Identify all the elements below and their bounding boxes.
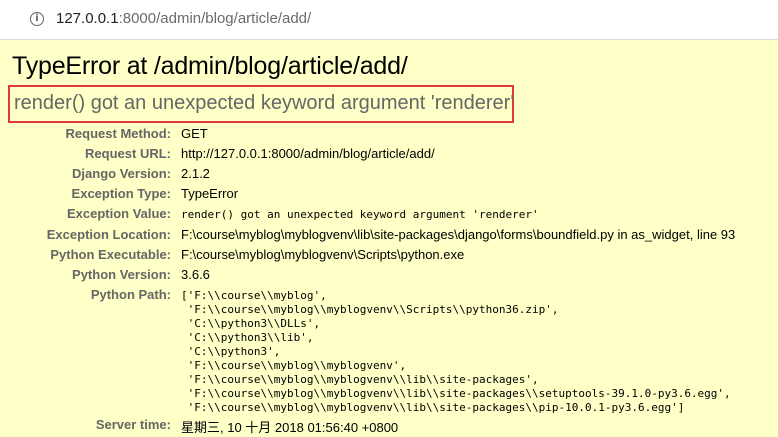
python-path-line: 'C:\\python3\\DLLs', [181,317,321,330]
meta-key: Request Method: [65,126,171,141]
meta-value: 2.1.2 [181,166,210,181]
meta-value: http://127.0.0.1:8000/admin/blog/article… [181,146,435,161]
meta-key: Python Executable: [50,247,171,262]
url-path: :8000/admin/blog/article/add/ [118,10,312,27]
meta-row-exception-type: Exception Type: TypeError [0,186,778,206]
python-path-list: ['F:\\course\\myblog', 'F:\\course\\mybl… [181,289,731,415]
url-text[interactable]: 127.0.0.1:8000/admin/blog/article/add/ [56,10,311,27]
meta-key: Request URL: [85,146,171,161]
meta-row-request-method: Request Method: GET [0,126,778,146]
meta-row-python-path: Python Path: ['F:\\course\\myblog', 'F:\… [0,287,778,417]
meta-row-django-version: Django Version: 2.1.2 [0,166,778,186]
python-path-line: 'F:\\course\\myblog\\myblogvenv\\lib\\si… [181,387,731,400]
browser-address-bar[interactable]: i 127.0.0.1:8000/admin/blog/article/add/ [0,0,778,40]
python-path-line: 'F:\\course\\myblog\\myblogvenv\\Scripts… [181,303,559,316]
meta-value: F:\course\myblog\myblogvenv\lib\site-pac… [181,227,736,242]
python-path-line: 'F:\\course\\myblog\\myblogvenv', [181,359,407,372]
meta-value: 星期三, 10 十月 2018 01:56:40 +0800 [181,420,399,435]
meta-value: F:\course\myblog\myblogvenv\Scripts\pyth… [181,247,465,262]
python-path-line: 'C:\\python3\\lib', [181,331,314,344]
error-message-highlight: render() got an unexpected keyword argum… [8,85,514,123]
python-path-line: 'F:\\course\\myblog\\myblogvenv\\lib\\si… [181,401,685,414]
python-path-line: 'F:\\course\\myblog\\myblogvenv\\lib\\si… [181,373,539,386]
meta-value: GET [181,126,208,141]
meta-key: Server time: [95,417,171,432]
meta-value: TypeError [181,186,239,201]
error-title: TypeError at /admin/blog/article/add/ [12,52,408,80]
python-path-line: ['F:\\course\\myblog', [181,289,327,302]
python-path-line: 'C:\\python3', [181,345,281,358]
meta-key: Exception Location: [46,227,171,242]
meta-key: Django Version: [72,166,171,181]
meta-key: Exception Type: [71,186,171,201]
meta-row-exception-value: Exception Value: render() got an unexpec… [0,206,778,226]
meta-key: Python Version: [72,267,171,282]
url-host: 127.0.0.1 [56,10,119,27]
info-icon[interactable]: i [30,12,44,26]
meta-row-python-executable: Python Executable: F:\course\myblog\mybl… [0,247,778,267]
meta-value: 3.6.6 [181,267,210,282]
meta-row-request-url: Request URL: http://127.0.0.1:8000/admin… [0,146,778,166]
meta-row-python-version: Python Version: 3.6.6 [0,267,778,287]
meta-row-exception-location: Exception Location: F:\course\myblog\myb… [0,227,778,247]
error-message: render() got an unexpected keyword argum… [14,92,515,114]
meta-value: render() got an unexpected keyword argum… [181,208,539,221]
meta-key: Exception Value: [66,206,171,221]
meta-key: Python Path: [90,287,171,302]
meta-row-server-time: Server time: 星期三, 10 十月 2018 01:56:40 +0… [0,417,778,437]
